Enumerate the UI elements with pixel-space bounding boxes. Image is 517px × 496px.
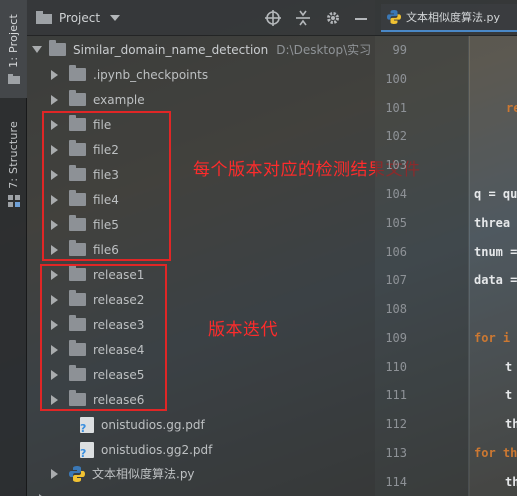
line-number: 99 [392, 43, 407, 57]
project-folder-icon [7, 73, 20, 84]
line-number: 102 [385, 129, 407, 143]
project-tab-label: 1: Project [7, 14, 20, 68]
python-file-icon [69, 465, 85, 482]
line-number: 114 [385, 475, 407, 489]
structure-icon [7, 194, 20, 207]
pdf-file-icon: ? [80, 416, 94, 435]
code-line: for i [474, 331, 511, 345]
tree-item-label: 文本相似度算法.py [92, 467, 195, 481]
root-folder-name: Similar_domain_name_detection [73, 42, 269, 57]
collapse-arrow-icon[interactable] [51, 94, 58, 105]
tree-item[interactable] [27, 486, 375, 496]
releases-highlight-box [40, 264, 167, 411]
line-number: 111 [385, 388, 407, 402]
code-line: t [505, 360, 513, 374]
tree-item[interactable]: .ipynb_checkpoints [27, 62, 375, 87]
tool-window-strip: 1: Project 7: Structure [0, 0, 27, 496]
project-tool-tab[interactable]: 1: Project [0, 0, 27, 98]
code-line: th [505, 417, 517, 431]
tree-item-label: onistudios.gg.pdf [101, 417, 205, 432]
code-line: data = [474, 273, 517, 287]
tree-root-row[interactable]: Similar_domain_name_detection D:\Desktop… [27, 37, 375, 62]
structure-tab-label: 7: Structure [7, 121, 20, 189]
line-number: 101 [385, 101, 407, 115]
editor-tab-bar: 文本相似度算法.py [375, 0, 517, 36]
folder-icon [69, 65, 86, 81]
tree-item[interactable]: ? onistudios.gg.pdf [27, 412, 375, 437]
code-line: th [505, 475, 517, 489]
editor-tab[interactable]: 文本相似度算法.py [381, 4, 517, 32]
line-number: 106 [385, 245, 407, 259]
line-number: 110 [385, 360, 407, 374]
root-folder-path: D:\Desktop\实习 [276, 43, 372, 57]
code-line: threa [474, 216, 511, 230]
tree-item[interactable]: example [27, 87, 375, 112]
collapse-arrow-icon[interactable] [51, 468, 58, 479]
tree-item[interactable]: ? onistudios.gg2.pdf [27, 437, 375, 462]
code-line: re [506, 101, 517, 115]
chevron-down-icon[interactable] [110, 14, 121, 21]
line-number: 108 [385, 302, 407, 316]
project-view-selector[interactable]: Project [59, 11, 100, 25]
collapse-all-icon[interactable] [295, 10, 311, 26]
folder-icon [49, 40, 66, 56]
python-file-icon [387, 10, 401, 24]
expand-arrow-icon[interactable] [32, 46, 42, 53]
line-number: 100 [385, 72, 407, 86]
releases-annotation: 版本迭代 [208, 320, 278, 340]
editor-tab-label: 文本相似度算法.py [406, 11, 500, 24]
pdf-file-icon: ? [80, 441, 94, 460]
locate-crosshair-icon[interactable] [265, 10, 281, 26]
gear-icon[interactable] [325, 10, 341, 26]
tree-item[interactable]: 文本相似度算法.py [27, 461, 375, 486]
structure-tool-tab[interactable]: 7: Structure [0, 112, 27, 216]
line-number: 112 [385, 417, 407, 431]
code-line: t [505, 388, 513, 402]
line-number: 103 [385, 158, 407, 172]
line-number: 113 [385, 446, 407, 460]
folder-icon [69, 90, 86, 106]
tree-item-label: example [93, 92, 145, 107]
project-panel-header: Project [27, 0, 375, 36]
tree-item-label: onistudios.gg2.pdf [101, 442, 213, 457]
line-number: 107 [385, 273, 407, 287]
code-line: q = qu [474, 187, 517, 201]
folder-icon [36, 11, 52, 24]
line-number: 105 [385, 216, 407, 230]
line-number: 104 [385, 187, 407, 201]
tree-item-label: .ipynb_checkpoints [93, 67, 209, 82]
code-line: tnum = [474, 245, 517, 259]
code-line: for th [474, 446, 517, 460]
files-highlight-box [42, 111, 171, 261]
line-number: 109 [385, 331, 407, 345]
minimize-icon[interactable] [355, 10, 367, 26]
collapse-arrow-icon[interactable] [51, 69, 58, 80]
